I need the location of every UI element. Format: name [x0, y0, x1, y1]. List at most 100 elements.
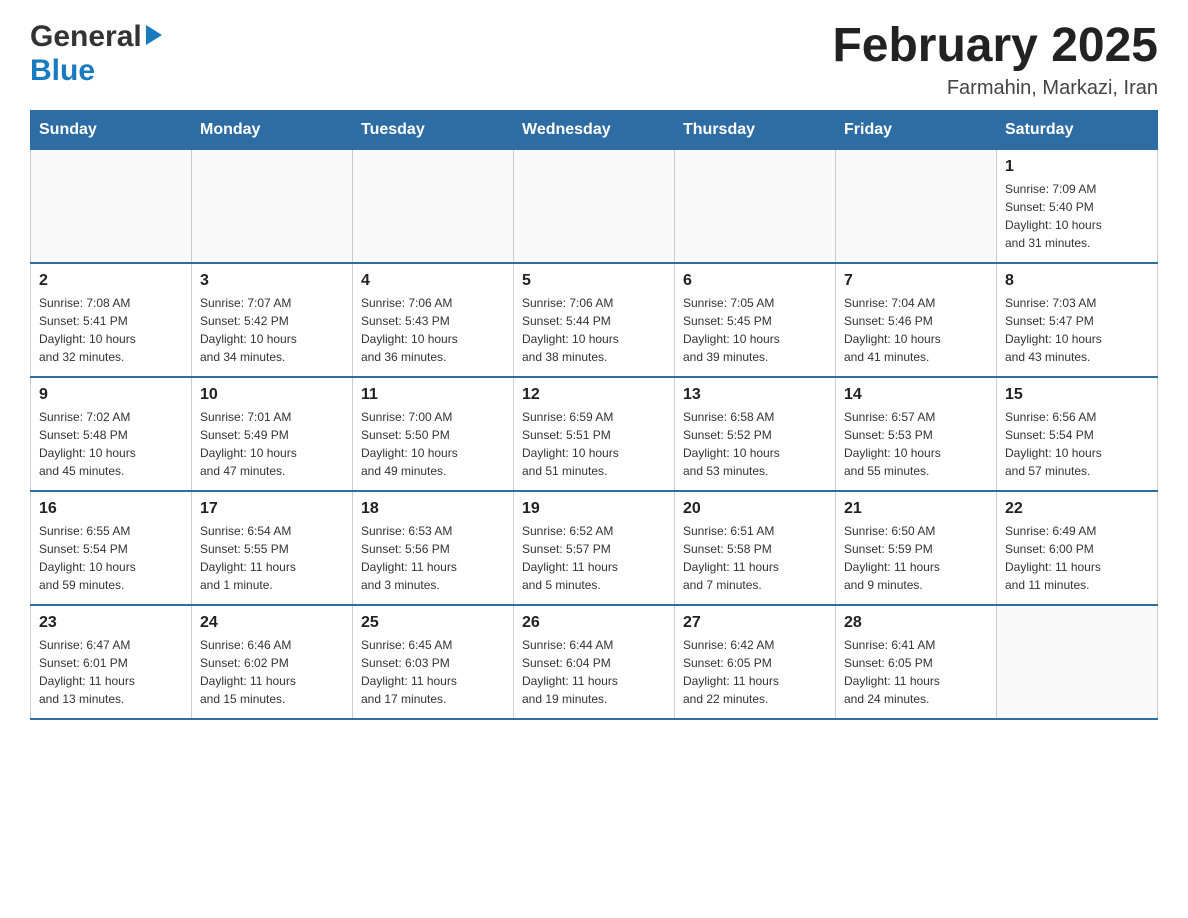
weekday-header-thursday: Thursday — [675, 110, 836, 149]
calendar-cell: 6 Sunrise: 7:05 AM Sunset: 5:45 PM Daylig… — [675, 263, 836, 377]
weekday-header-wednesday: Wednesday — [514, 110, 675, 149]
day-info: Sunrise: 6:52 AM Sunset: 5:57 PM Dayligh… — [522, 522, 666, 594]
calendar-cell: 8 Sunrise: 7:03 AM Sunset: 5:47 PM Daylig… — [997, 263, 1158, 377]
day-info: Sunrise: 6:44 AM Sunset: 6:04 PM Dayligh… — [522, 636, 666, 708]
day-number: 17 — [200, 500, 344, 518]
calendar-cell: 4Sunrise: 7:06 AM Sunset: 5:43 PM Daylig… — [353, 263, 514, 377]
calendar-cell: 21 Sunrise: 6:50 AM Sunset: 5:59 PM Dayli… — [836, 491, 997, 605]
day-info: Sunrise: 7:05 AM Sunset: 5:45 PM Dayligh… — [683, 294, 827, 366]
day-info: Sunrise: 6:45 AM Sunset: 6:03 PM Dayligh… — [361, 636, 505, 708]
day-number: 8 — [1005, 272, 1149, 290]
day-info: Sunrise: 7:03 AM Sunset: 5:47 PM Dayligh… — [1005, 294, 1149, 366]
day-info: Sunrise: 6:55 AM Sunset: 5:54 PM Dayligh… — [39, 522, 183, 594]
week-row-3: 9Sunrise: 7:02 AM Sunset: 5:48 PM Daylig… — [31, 377, 1158, 491]
calendar-cell — [192, 149, 353, 263]
week-row-2: 2 Sunrise: 7:08 AM Sunset: 5:41 PM Daylig… — [31, 263, 1158, 377]
day-number: 25 — [361, 614, 505, 632]
day-number: 23 — [39, 614, 183, 632]
calendar-cell: 12 Sunrise: 6:59 AM Sunset: 5:51 PM Dayli… — [514, 377, 675, 491]
day-info: Sunrise: 6:42 AM Sunset: 6:05 PM Dayligh… — [683, 636, 827, 708]
day-info: Sunrise: 7:04 AM Sunset: 5:46 PM Dayligh… — [844, 294, 988, 366]
calendar-cell: 27Sunrise: 6:42 AM Sunset: 6:05 PM Dayli… — [675, 605, 836, 719]
calendar-cell: 14 Sunrise: 6:57 AM Sunset: 5:53 PM Dayli… — [836, 377, 997, 491]
weekday-header-tuesday: Tuesday — [353, 110, 514, 149]
day-info: Sunrise: 7:08 AM Sunset: 5:41 PM Dayligh… — [39, 294, 183, 366]
calendar-cell: 17 Sunrise: 6:54 AM Sunset: 5:55 PM Dayli… — [192, 491, 353, 605]
day-number: 7 — [844, 272, 988, 290]
week-row-4: 16Sunrise: 6:55 AM Sunset: 5:54 PM Dayli… — [31, 491, 1158, 605]
day-number: 9 — [39, 386, 183, 404]
day-info: Sunrise: 6:50 AM Sunset: 5:59 PM Dayligh… — [844, 522, 988, 594]
day-info: Sunrise: 6:58 AM Sunset: 5:52 PM Dayligh… — [683, 408, 827, 480]
day-number: 3 — [200, 272, 344, 290]
calendar-subtitle: Farmahin, Markazi, Iran — [832, 77, 1158, 100]
day-info: Sunrise: 6:53 AM Sunset: 5:56 PM Dayligh… — [361, 522, 505, 594]
calendar-cell — [675, 149, 836, 263]
day-number: 12 — [522, 386, 666, 404]
calendar-cell: 28 Sunrise: 6:41 AM Sunset: 6:05 PM Dayli… — [836, 605, 997, 719]
day-info: Sunrise: 6:57 AM Sunset: 5:53 PM Dayligh… — [844, 408, 988, 480]
calendar-cell: 18 Sunrise: 6:53 AM Sunset: 5:56 PM Dayli… — [353, 491, 514, 605]
calendar-cell: 1 Sunrise: 7:09 AM Sunset: 5:40 PM Daylig… — [997, 149, 1158, 263]
day-number: 24 — [200, 614, 344, 632]
calendar-cell: 13Sunrise: 6:58 AM Sunset: 5:52 PM Dayli… — [675, 377, 836, 491]
day-info: Sunrise: 7:00 AM Sunset: 5:50 PM Dayligh… — [361, 408, 505, 480]
logo-arrow-icon — [146, 25, 162, 45]
day-info: Sunrise: 7:01 AM Sunset: 5:49 PM Dayligh… — [200, 408, 344, 480]
calendar-cell: 10 Sunrise: 7:01 AM Sunset: 5:49 PM Dayli… — [192, 377, 353, 491]
day-number: 1 — [1005, 158, 1149, 176]
day-number: 6 — [683, 272, 827, 290]
day-number: 20 — [683, 500, 827, 518]
logo: General Blue — [30, 20, 162, 88]
calendar-cell — [997, 605, 1158, 719]
calendar-cell: 20 Sunrise: 6:51 AM Sunset: 5:58 PM Dayli… — [675, 491, 836, 605]
calendar-cell: 3 Sunrise: 7:07 AM Sunset: 5:42 PM Daylig… — [192, 263, 353, 377]
day-info: Sunrise: 7:07 AM Sunset: 5:42 PM Dayligh… — [200, 294, 344, 366]
day-info: Sunrise: 6:54 AM Sunset: 5:55 PM Dayligh… — [200, 522, 344, 594]
weekday-header-friday: Friday — [836, 110, 997, 149]
day-number: 11 — [361, 386, 505, 404]
calendar-cell: 22 Sunrise: 6:49 AM Sunset: 6:00 PM Dayli… — [997, 491, 1158, 605]
calendar-cell: 2 Sunrise: 7:08 AM Sunset: 5:41 PM Daylig… — [31, 263, 192, 377]
calendar-cell — [836, 149, 997, 263]
calendar-title-block: February 2025 Farmahin, Markazi, Iran — [832, 20, 1158, 100]
weekday-header-monday: Monday — [192, 110, 353, 149]
day-info: Sunrise: 7:09 AM Sunset: 5:40 PM Dayligh… — [1005, 180, 1149, 252]
day-info: Sunrise: 6:46 AM Sunset: 6:02 PM Dayligh… — [200, 636, 344, 708]
logo-blue-text: Blue — [30, 54, 95, 87]
weekday-header-sunday: Sunday — [31, 110, 192, 149]
calendar-cell — [31, 149, 192, 263]
week-row-1: 1 Sunrise: 7:09 AM Sunset: 5:40 PM Daylig… — [31, 149, 1158, 263]
day-number: 28 — [844, 614, 988, 632]
day-number: 14 — [844, 386, 988, 404]
day-info: Sunrise: 6:49 AM Sunset: 6:00 PM Dayligh… — [1005, 522, 1149, 594]
calendar-cell: 26 Sunrise: 6:44 AM Sunset: 6:04 PM Dayli… — [514, 605, 675, 719]
calendar-cell: 24 Sunrise: 6:46 AM Sunset: 6:02 PM Dayli… — [192, 605, 353, 719]
calendar-cell: 9Sunrise: 7:02 AM Sunset: 5:48 PM Daylig… — [31, 377, 192, 491]
day-info: Sunrise: 6:51 AM Sunset: 5:58 PM Dayligh… — [683, 522, 827, 594]
day-number: 21 — [844, 500, 988, 518]
calendar-cell: 11 Sunrise: 7:00 AM Sunset: 5:50 PM Dayli… — [353, 377, 514, 491]
day-number: 22 — [1005, 500, 1149, 518]
day-number: 5 — [522, 272, 666, 290]
day-number: 18 — [361, 500, 505, 518]
calendar-cell: 5Sunrise: 7:06 AM Sunset: 5:44 PM Daylig… — [514, 263, 675, 377]
calendar-cell: 16Sunrise: 6:55 AM Sunset: 5:54 PM Dayli… — [31, 491, 192, 605]
day-number: 10 — [200, 386, 344, 404]
day-info: Sunrise: 6:59 AM Sunset: 5:51 PM Dayligh… — [522, 408, 666, 480]
day-number: 2 — [39, 272, 183, 290]
day-number: 26 — [522, 614, 666, 632]
weekday-header-row: SundayMondayTuesdayWednesdayThursdayFrid… — [31, 110, 1158, 149]
calendar-title: February 2025 — [832, 20, 1158, 73]
day-info: Sunrise: 6:47 AM Sunset: 6:01 PM Dayligh… — [39, 636, 183, 708]
day-number: 15 — [1005, 386, 1149, 404]
day-info: Sunrise: 6:41 AM Sunset: 6:05 PM Dayligh… — [844, 636, 988, 708]
calendar-cell: 23 Sunrise: 6:47 AM Sunset: 6:01 PM Dayli… — [31, 605, 192, 719]
day-number: 4 — [361, 272, 505, 290]
calendar-cell: 15 Sunrise: 6:56 AM Sunset: 5:54 PM Dayli… — [997, 377, 1158, 491]
day-number: 19 — [522, 500, 666, 518]
day-info: Sunrise: 6:56 AM Sunset: 5:54 PM Dayligh… — [1005, 408, 1149, 480]
weekday-header-saturday: Saturday — [997, 110, 1158, 149]
week-row-5: 23 Sunrise: 6:47 AM Sunset: 6:01 PM Dayli… — [31, 605, 1158, 719]
calendar-cell — [353, 149, 514, 263]
